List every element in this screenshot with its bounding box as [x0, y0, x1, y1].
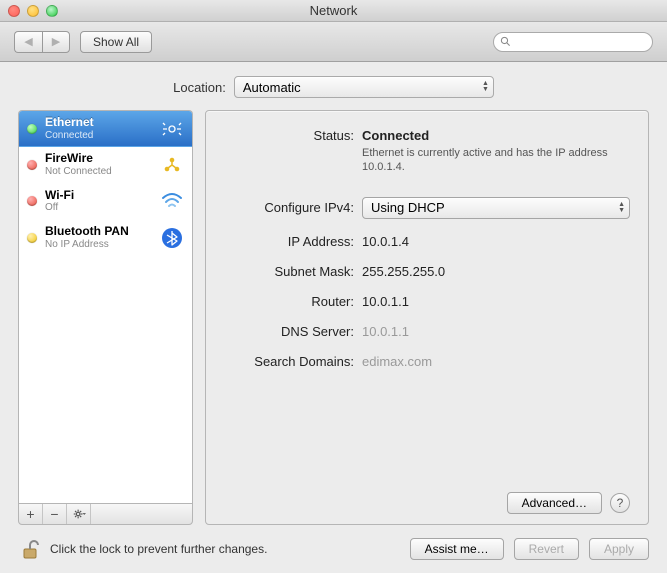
main-row: Ethernet Connected FireWire Not Connecte… — [0, 110, 667, 525]
ip-value: 10.0.1.4 — [362, 231, 630, 249]
zoom-window-button[interactable] — [46, 5, 58, 17]
toolbar: ◀ ▶ Show All — [0, 22, 667, 62]
status-row: Status: Connected Ethernet is currently … — [224, 125, 630, 175]
dns-label: DNS Server: — [224, 321, 354, 339]
search-domains-row: Search Domains: edimax.com — [224, 351, 630, 369]
lock-area: Click the lock to prevent further change… — [18, 537, 267, 561]
apply-button[interactable]: Apply — [589, 538, 649, 560]
firewire-icon — [160, 153, 184, 177]
configure-ipv4-select[interactable]: Using DHCP ▲▼ — [362, 197, 630, 219]
service-sub: No IP Address — [45, 239, 152, 251]
status-value-block: Connected Ethernet is currently active a… — [362, 125, 630, 175]
traffic-lights — [8, 5, 58, 17]
titlebar: Network — [0, 0, 667, 22]
location-label: Location: — [173, 80, 226, 95]
lock-open-icon[interactable] — [18, 537, 42, 561]
configure-value: Using DHCP — [371, 200, 445, 215]
service-sub: Off — [45, 202, 152, 214]
forward-button[interactable]: ▶ — [42, 31, 70, 53]
subnet-value: 255.255.255.0 — [362, 261, 630, 279]
status-dot-red-icon — [27, 160, 37, 170]
wifi-icon — [160, 189, 184, 213]
service-sub: Connected — [45, 130, 152, 142]
sidebar-footer: + − — [18, 503, 193, 525]
window-title: Network — [0, 3, 667, 18]
dns-row: DNS Server: 10.0.1.1 — [224, 321, 630, 339]
status-value: Connected — [362, 128, 429, 143]
sidebar: Ethernet Connected FireWire Not Connecte… — [18, 110, 193, 525]
service-name: Wi-Fi — [45, 189, 152, 203]
service-text: Wi-Fi Off — [45, 189, 152, 214]
subnet-row: Subnet Mask: 255.255.255.0 — [224, 261, 630, 279]
add-service-button[interactable]: + — [19, 504, 43, 524]
minus-icon: − — [50, 506, 58, 522]
revert-button[interactable]: Revert — [514, 538, 579, 560]
details-footer: Advanced… ? — [224, 492, 630, 514]
bluetooth-icon — [160, 226, 184, 250]
location-select[interactable]: Automatic ▲▼ — [234, 76, 494, 98]
search-field[interactable] — [493, 32, 653, 52]
close-window-button[interactable] — [8, 5, 20, 17]
assist-button[interactable]: Assist me… — [410, 538, 504, 560]
service-item-ethernet[interactable]: Ethernet Connected — [19, 111, 192, 147]
remove-service-button[interactable]: − — [43, 504, 67, 524]
advanced-button[interactable]: Advanced… — [507, 492, 602, 514]
service-list: Ethernet Connected FireWire Not Connecte… — [18, 110, 193, 503]
service-text: Ethernet Connected — [45, 116, 152, 141]
configure-label: Configure IPv4: — [224, 197, 354, 215]
forward-triangle-icon: ▶ — [52, 35, 60, 48]
ethernet-icon — [160, 117, 184, 141]
lock-text: Click the lock to prevent further change… — [50, 542, 267, 556]
minimize-window-button[interactable] — [27, 5, 39, 17]
content-area: Location: Automatic ▲▼ Ethernet Connecte… — [0, 62, 667, 573]
status-description: Ethernet is currently active and has the… — [362, 146, 630, 175]
service-item-bluetooth[interactable]: Bluetooth PAN No IP Address — [19, 220, 192, 256]
select-arrows-icon: ▲▼ — [618, 202, 625, 214]
router-value: 10.0.1.1 — [362, 291, 630, 309]
service-sub: Not Connected — [45, 166, 152, 178]
service-item-wifi[interactable]: Wi-Fi Off — [19, 184, 192, 220]
location-value: Automatic — [243, 80, 301, 95]
status-dot-green-icon — [27, 124, 37, 134]
configure-row: Configure IPv4: Using DHCP ▲▼ — [224, 197, 630, 219]
subnet-label: Subnet Mask: — [224, 261, 354, 279]
service-name: Bluetooth PAN — [45, 225, 152, 239]
search-input[interactable] — [515, 36, 646, 48]
service-text: Bluetooth PAN No IP Address — [45, 225, 152, 250]
question-icon: ? — [617, 496, 624, 510]
service-actions-button[interactable] — [67, 504, 91, 524]
service-name: FireWire — [45, 152, 152, 166]
search-icon — [500, 36, 511, 47]
ip-label: IP Address: — [224, 231, 354, 249]
show-all-button[interactable]: Show All — [80, 31, 152, 53]
plus-icon: + — [26, 506, 34, 522]
search-domains-value: edimax.com — [362, 351, 630, 369]
ip-row: IP Address: 10.0.1.4 — [224, 231, 630, 249]
router-row: Router: 10.0.1.1 — [224, 291, 630, 309]
gear-icon — [72, 507, 86, 521]
dns-value: 10.0.1.1 — [362, 321, 630, 339]
location-row: Location: Automatic ▲▼ — [0, 62, 667, 110]
back-button[interactable]: ◀ — [14, 31, 42, 53]
status-dot-red-icon — [27, 196, 37, 206]
details-panel: Status: Connected Ethernet is currently … — [205, 110, 649, 525]
status-dot-yellow-icon — [27, 233, 37, 243]
select-arrows-icon: ▲▼ — [482, 81, 489, 93]
search-domains-label: Search Domains: — [224, 351, 354, 369]
nav-group: ◀ ▶ — [14, 31, 70, 53]
service-text: FireWire Not Connected — [45, 152, 152, 177]
status-label: Status: — [224, 125, 354, 143]
bottom-bar: Click the lock to prevent further change… — [0, 525, 667, 573]
service-item-firewire[interactable]: FireWire Not Connected — [19, 147, 192, 183]
help-button[interactable]: ? — [610, 493, 630, 513]
back-triangle-icon: ◀ — [24, 35, 32, 48]
router-label: Router: — [224, 291, 354, 309]
service-name: Ethernet — [45, 116, 152, 130]
